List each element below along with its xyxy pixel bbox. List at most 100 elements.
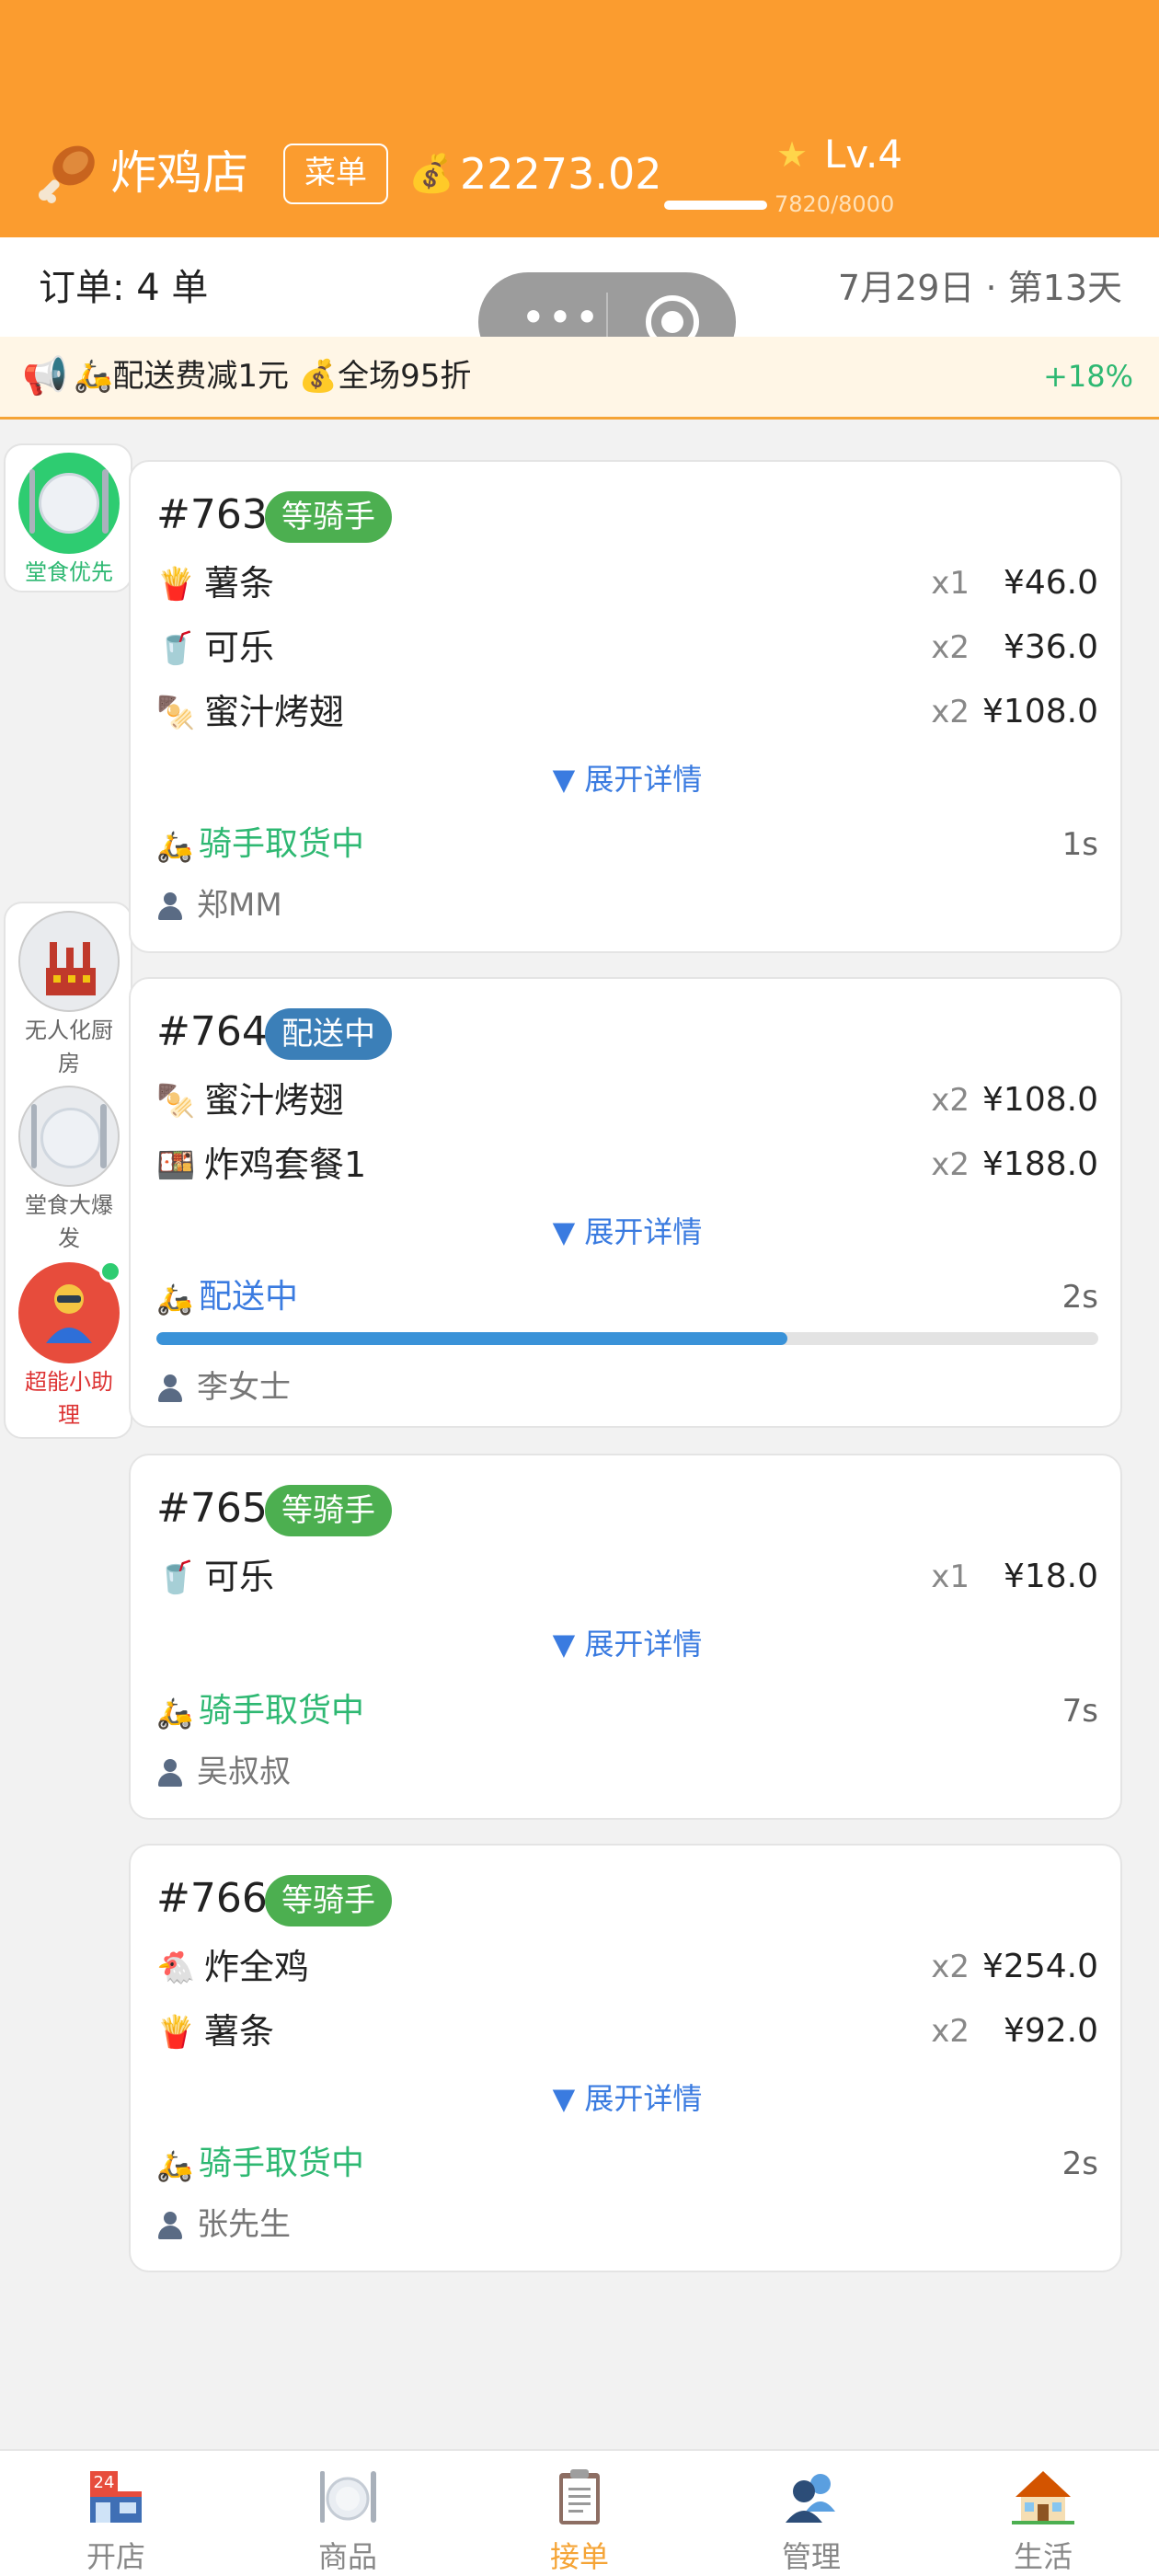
order-id: #765	[156, 1485, 268, 1532]
tab-products[interactable]: 商品	[232, 2451, 464, 2576]
promo-percent: +18%	[1043, 359, 1133, 394]
money-balance: 22273.02	[460, 149, 662, 199]
item-qty: x2	[931, 694, 970, 730]
skewer-icon: 🍢	[156, 1083, 196, 1120]
item-name: 薯条	[204, 2011, 275, 2052]
order-card: #763 等骑手 🍟 薯条 x1 ¥46.0 🥤 可乐 x2 ¥36.0 🍢 蜜…	[129, 460, 1122, 953]
tab-orders[interactable]: 接单	[464, 2451, 695, 2576]
order-status-badge: 等骑手	[265, 1875, 392, 1926]
expand-details-link[interactable]: ▼ 展开详情	[131, 2076, 1124, 2122]
customer-row: 郑MM	[156, 881, 708, 929]
item-name: 薯条	[204, 563, 275, 604]
clipboard-icon	[559, 2469, 600, 2524]
house-icon	[1012, 2471, 1074, 2524]
svg-text:24: 24	[94, 2473, 115, 2492]
expand-details-link[interactable]: ▼ 展开详情	[131, 1621, 1124, 1667]
order-id: #764	[156, 1008, 268, 1055]
expand-details-link[interactable]: ▼ 展开详情	[131, 1209, 1124, 1255]
drumstick-icon	[39, 145, 95, 203]
tab-manage[interactable]: 管理	[695, 2451, 927, 2576]
order-count: 订单: 4 单	[39, 267, 209, 309]
delivery-progress-bar	[156, 1332, 1098, 1345]
delivery-progress-fill	[156, 1332, 788, 1345]
dine-in-priority-card: 堂食优先	[4, 443, 132, 592]
order-status-badge: 等骑手	[265, 1485, 392, 1536]
item-qty: x1	[931, 1558, 970, 1595]
delivery-status-row: 🛵 骑手取货中 1s	[156, 819, 1098, 870]
promo-text: 🛵配送费减1元 💰全场95折	[74, 358, 472, 395]
delivery-status: 骑手取货中	[199, 1692, 365, 1730]
active-indicator	[99, 1260, 121, 1282]
scooter-icon: 🛵	[156, 1282, 193, 1317]
menu-button[interactable]: 菜单	[283, 144, 388, 204]
order-status-badge: 配送中	[265, 1008, 392, 1060]
item-qty: x1	[931, 565, 970, 602]
item-qty: x2	[931, 629, 970, 666]
order-card: #766 等骑手 🐔 炸全鸡 x2 ¥254.0 🍟 薯条 x2 ¥92.0 ▼…	[129, 1844, 1122, 2272]
dine-in-priority-button[interactable]: 堂食优先	[18, 453, 120, 589]
xp-text: 7820/8000	[775, 191, 895, 217]
elapsed-time: 7s	[1061, 1693, 1098, 1730]
star-icon: ★	[776, 134, 809, 175]
order-item: 🍟 薯条 x1 ¥46.0	[156, 556, 1098, 611]
person-icon	[156, 892, 184, 920]
store-icon: 24	[90, 2471, 142, 2523]
order-item: 🍢 蜜汁烤翅 x2 ¥108.0	[156, 1073, 1098, 1128]
fork-icon	[29, 469, 35, 534]
promo-banner: 📢 🛵配送费减1元 💰全场95折 +18%	[0, 337, 1159, 420]
tab-label: 接单	[549, 2539, 609, 2574]
order-item: 🥤 可乐 x2 ¥36.0	[156, 620, 1098, 675]
tab-label: 生活	[1013, 2539, 1073, 2574]
item-name: 炸鸡套餐1	[204, 1144, 367, 1185]
customer-name: 李女士	[197, 1369, 291, 1406]
customer-row: 李女士	[156, 1363, 708, 1411]
delivery-status: 配送中	[199, 1278, 299, 1316]
delivery-status-row: 🛵 骑手取货中 7s	[156, 1685, 1098, 1737]
tab-label: 管理	[781, 2539, 841, 2574]
item-price: ¥46.0	[1003, 564, 1098, 602]
person-icon	[156, 1759, 184, 1787]
customer-name: 吴叔叔	[197, 1754, 291, 1790]
item-price: ¥92.0	[1003, 2012, 1098, 2050]
xp-progress-bar	[664, 201, 767, 210]
item-price: ¥18.0	[1003, 1558, 1098, 1595]
chicken-icon: 🐔	[156, 1949, 196, 1986]
item-qty: x2	[931, 1949, 970, 1985]
fries-icon: 🍟	[156, 2014, 196, 2051]
tab-life[interactable]: 生活	[927, 2451, 1159, 2576]
dine-in-priority-label: 堂食优先	[25, 559, 113, 585]
customer-name: 郑MM	[197, 887, 282, 924]
scooter-icon: 🛵	[156, 1696, 193, 1731]
order-item: 🥤 可乐 x1 ¥18.0	[156, 1549, 1098, 1604]
super-assistant-button[interactable]: 超能小助理	[18, 1260, 121, 1432]
expand-details-link[interactable]: ▼ 展开详情	[131, 756, 1124, 802]
dine-in-boost-button[interactable]: 堂食大爆发	[18, 1086, 120, 1255]
person-icon	[156, 1374, 184, 1402]
unmanned-kitchen-label: 无人化厨房	[25, 1018, 113, 1076]
scooter-icon: 🛵	[156, 829, 193, 864]
delivery-status-row: 🛵 骑手取货中 2s	[156, 2138, 1098, 2190]
order-card: #765 等骑手 🥤 可乐 x1 ¥18.0 ▼ 展开详情 🛵 骑手取货中 7s…	[129, 1454, 1122, 1820]
tab-open-store[interactable]: 24 开店	[0, 2451, 232, 2576]
bento-icon: 🍱	[156, 1147, 196, 1184]
item-price: ¥36.0	[1003, 628, 1098, 666]
customer-row: 吴叔叔	[156, 1748, 708, 1796]
order-card: #764 配送中 🍢 蜜汁烤翅 x2 ¥108.0 🍱 炸鸡套餐1 x2 ¥18…	[129, 977, 1122, 1428]
order-item: 🍟 薯条 x2 ¥92.0	[156, 2004, 1098, 2059]
date-day: 7月29日 · 第13天	[837, 268, 1122, 308]
unmanned-kitchen-button[interactable]: 无人化厨房	[18, 911, 120, 1080]
factory-icon	[46, 942, 96, 995]
super-assistant-label: 超能小助理	[25, 1369, 113, 1428]
megaphone-icon: 📢	[22, 355, 68, 397]
delivery-status: 骑手取货中	[199, 825, 365, 863]
item-name: 可乐	[204, 627, 275, 668]
app-header: 炸鸡店 菜单 💰 22273.02 ★ Lv.4 7820/8000	[0, 0, 1159, 237]
people-icon	[786, 2474, 835, 2523]
plate-icon	[40, 1108, 101, 1168]
item-name: 可乐	[204, 1557, 275, 1597]
item-name: 蜜汁烤翅	[204, 1080, 345, 1121]
item-name: 炸全鸡	[204, 1947, 310, 1987]
dine-in-boost-label: 堂食大爆发	[25, 1192, 113, 1251]
customer-name: 张先生	[197, 2206, 291, 2243]
item-qty: x2	[931, 1146, 970, 1183]
